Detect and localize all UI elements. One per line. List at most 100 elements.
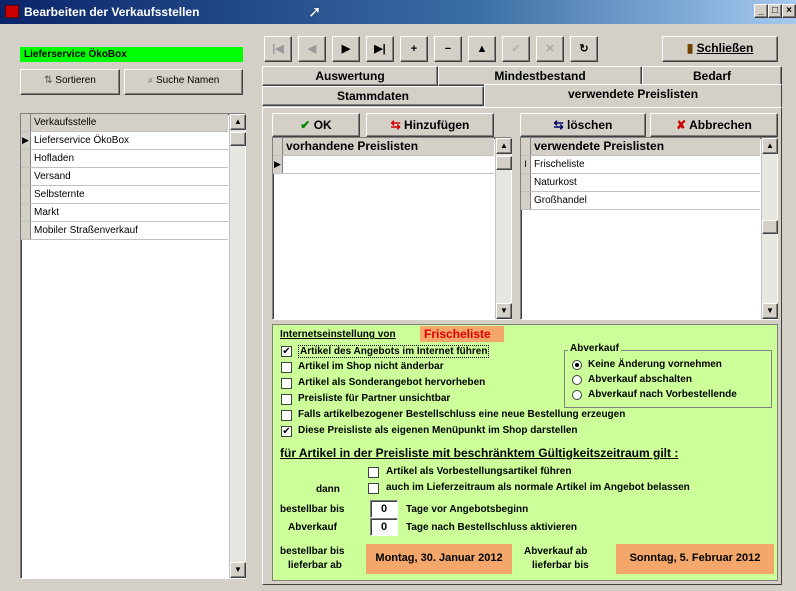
used-grid-header: verwendete Preislisten [521, 138, 760, 156]
search-name-button[interactable]: ⌕ Suche Namen [124, 69, 243, 95]
orderable-days-input[interactable]: 0 [370, 500, 398, 518]
grid-header-label: Verkaufsstelle [34, 117, 97, 128]
date-label-orderable: bestellbar bis [280, 546, 345, 557]
scroll-down-icon[interactable]: ▼ [496, 303, 512, 319]
nav-refresh-icon[interactable]: ↻ [570, 36, 598, 62]
nav-cancel-icon[interactable]: ✕ [536, 36, 564, 62]
binoculars-icon: ⌕ [147, 75, 156, 86]
not-editable-label: Artikel im Shop nicht änderbar [298, 361, 444, 372]
then-label: dann [316, 484, 340, 495]
sellout-after-preorder-radio[interactable] [572, 390, 582, 400]
scroll-down-icon[interactable]: ▼ [762, 303, 778, 319]
used-grid-scrollbar[interactable]: ▲ ▼ [761, 138, 778, 319]
sort-icon: ⇅ [44, 75, 56, 86]
scroll-up-icon[interactable]: ▲ [762, 138, 778, 154]
used-grid-header-label: verwendete Preislisten [534, 139, 665, 153]
used-pricelists-grid[interactable]: verwendete Preislisten I Frischeliste Na… [520, 137, 778, 320]
sellout-days-input[interactable]: 0 [370, 518, 398, 536]
own-menu-checkbox[interactable]: ✔ [281, 426, 292, 437]
available-grid-header: vorhandene Preislisten [273, 138, 494, 156]
scroll-down-icon[interactable]: ▼ [230, 562, 246, 578]
outlet-grid-scrollbar[interactable]: ▲ ▼ [229, 114, 246, 578]
nav-edit-icon[interactable]: ▲ [468, 36, 496, 62]
edit-cursor-icon: I [521, 156, 531, 173]
preorder-article-label: Artikel als Vorbestellungsartikel führen [386, 466, 572, 477]
title-bar[interactable]: Bearbeiten der Verkaufsstellen _ □ × [0, 0, 796, 24]
search-name-label: Suche Namen [156, 75, 220, 86]
add-label: Hinzufügen [404, 118, 470, 132]
table-row[interactable]: ▶ Lieferservice ÖkoBox [21, 132, 228, 150]
close-button[interactable]: ▮ Schließen [662, 36, 778, 62]
delete-label: löschen [567, 118, 613, 132]
sellout-off-radio[interactable] [572, 375, 582, 385]
row-indicator-icon: ▶ [21, 132, 31, 149]
row-indicator-icon: ▶ [273, 156, 283, 173]
scroll-up-icon[interactable]: ▲ [230, 114, 246, 130]
show-in-internet-label: Artikel des Angebots im Internet führen [298, 345, 490, 358]
keep-normal-checkbox[interactable] [368, 483, 379, 494]
table-row[interactable]: Hofladen [21, 150, 228, 168]
sort-button[interactable]: ⇅ Sortieren [20, 69, 120, 95]
nav-next-icon[interactable]: ▶ [332, 36, 360, 62]
selected-pricelist-name: Frischeliste [420, 326, 504, 342]
outlet-grid[interactable]: Verkaufsstelle ▶ Lieferservice ÖkoBox Ho… [20, 113, 246, 579]
table-row[interactable]: ▶ [273, 156, 494, 174]
available-grid-scrollbar[interactable]: ▲ ▼ [495, 138, 512, 319]
date-label-sellout-from: Abverkauf ab [524, 546, 588, 557]
not-editable-checkbox[interactable] [281, 362, 292, 373]
nav-delete-icon[interactable]: − [434, 36, 462, 62]
scroll-thumb[interactable] [762, 220, 778, 234]
table-row[interactable]: Mobiler Straßenverkauf [21, 222, 228, 240]
deliverable-from-date: Montag, 30. Januar 2012 [366, 544, 512, 574]
no-change-radio[interactable] [572, 360, 582, 370]
door-icon: ▮ [686, 41, 697, 55]
cancel-button[interactable]: ✘ Abbrechen [650, 113, 778, 137]
special-offer-checkbox[interactable] [281, 378, 292, 389]
new-order-checkbox[interactable] [281, 410, 292, 421]
maximize-button[interactable]: □ [768, 4, 782, 18]
hide-for-partner-checkbox[interactable] [281, 394, 292, 405]
orderable-until-label: bestellbar bis [280, 504, 345, 515]
nav-last-icon[interactable]: ▶| [366, 36, 394, 62]
add-button[interactable]: ⇆ Hinzufügen [366, 113, 494, 137]
tab-stammdaten[interactable]: Stammdaten [262, 86, 484, 106]
hide-for-partner-label: Preisliste für Partner unsichtbar [298, 393, 451, 404]
grid-header: Verkaufsstelle [21, 114, 228, 132]
delete-button[interactable]: ⇆ löschen [520, 113, 646, 137]
deliverable-until-date: Sonntag, 5. Februar 2012 [616, 544, 774, 574]
tab-mindestbestand[interactable]: Mindestbestand [438, 66, 642, 86]
sellout-after-preorder-label: Abverkauf nach Vorbestellende [588, 389, 737, 400]
special-offer-label: Artikel als Sonderangebot hervorheben [298, 377, 486, 388]
tab-bedarf[interactable]: Bedarf [642, 66, 782, 86]
scroll-thumb[interactable] [496, 156, 512, 170]
show-in-internet-checkbox[interactable]: ✔ [281, 346, 292, 357]
close-window-button[interactable]: × [782, 4, 796, 18]
new-order-label: Falls artikelbezogener Bestellschluss ei… [298, 409, 626, 420]
scroll-thumb[interactable] [230, 132, 246, 146]
table-row[interactable]: Selbsternte [21, 186, 228, 204]
validity-heading: für Artikel in der Preisliste mit beschr… [280, 446, 679, 460]
table-row[interactable]: I Frischeliste [521, 156, 760, 174]
ok-button[interactable]: ✔ OK [272, 113, 360, 137]
available-pricelists-grid[interactable]: vorhandene Preislisten ▶ ▲ ▼ [272, 137, 512, 320]
internet-settings-heading: Internetseinstellung von [280, 329, 396, 340]
ok-label: OK [313, 118, 332, 132]
table-row[interactable]: Großhandel [521, 192, 760, 210]
nav-first-icon[interactable]: |◀ [264, 36, 292, 62]
date-label-deliverable-until: lieferbar bis [532, 560, 589, 571]
mouse-pointer-icon: ➚ [308, 4, 322, 21]
own-menu-label: Diese Preisliste als eigenen Menüpunkt i… [298, 425, 578, 436]
sellout-label: Abverkauf [288, 522, 337, 533]
tab-auswertung[interactable]: Auswertung [262, 66, 438, 86]
sort-label: Sortieren [55, 75, 96, 86]
minimize-button[interactable]: _ [754, 4, 768, 18]
nav-post-icon[interactable]: ✓ [502, 36, 530, 62]
table-row[interactable]: Versand [21, 168, 228, 186]
preorder-article-checkbox[interactable] [368, 467, 379, 478]
scroll-up-icon[interactable]: ▲ [496, 138, 512, 154]
table-row[interactable]: Markt [21, 204, 228, 222]
tab-verwendete-preislisten[interactable]: verwendete Preislisten [484, 84, 782, 108]
table-row[interactable]: Naturkost [521, 174, 760, 192]
nav-insert-icon[interactable]: + [400, 36, 428, 62]
nav-prior-icon[interactable]: ◀ [298, 36, 326, 62]
